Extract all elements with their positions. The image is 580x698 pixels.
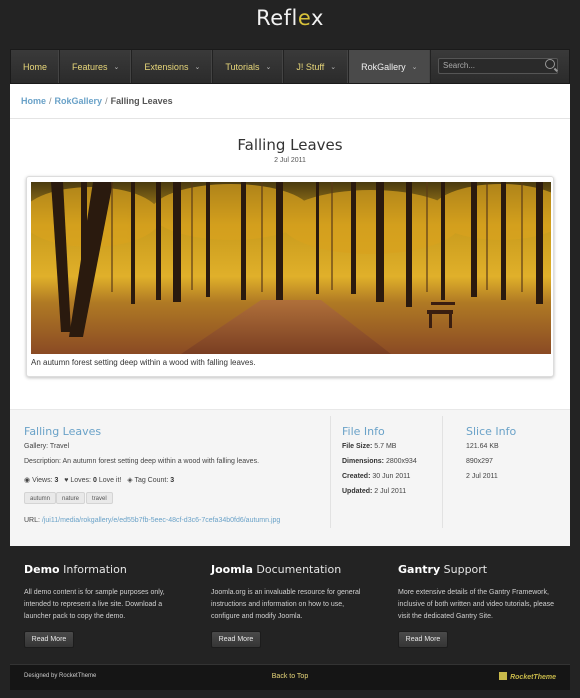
chevron-down-icon: ⌄ [330,63,337,71]
image-frame: An autumn forest setting deep within a w… [26,176,554,377]
gantry-support-text: More extensive details of the Gantry Fra… [398,589,555,620]
file-size: File Size: 5.7 MB [342,443,397,450]
main-nav: Home Features ⌄ Extensions ⌄ Tutorials ⌄ J!… [10,49,570,84]
chevron-down-icon: ⌄ [113,63,120,71]
file-dimensions: Dimensions: 2800x934 [342,458,417,465]
chevron-down-icon: ⌄ [194,63,201,71]
eye-icon: ◉ [24,477,31,484]
main-content: Home / RokGallery / Falling Leaves Falling L… [10,84,570,546]
chevron-down-icon: ⌄ [265,63,272,71]
rocket-icon [499,672,508,680]
page-title: Falling Leaves [237,136,343,154]
nav-item-extensions[interactable]: Extensions ⌄ [132,50,214,83]
nav-item-j-stuff[interactable]: J! Stuff ⌄ [284,50,350,83]
gallery-label: Gallery: Travel [24,443,70,450]
slice-size: 121.64 KB [466,443,499,450]
description-text: Description: An autumn forest setting de… [24,458,260,465]
tag-travel[interactable]: travel [86,492,113,504]
joomla-documentation-heading: Joomla Documentation [211,563,342,576]
nav-item-features[interactable]: Features ⌄ [60,50,133,83]
file-info-title: File Info [342,425,385,438]
gantry-read-more-button[interactable]: Read More [398,631,448,648]
rockettheme-logo[interactable]: RocketTheme [499,672,556,681]
divider [442,416,443,528]
gantry-support-heading: Gantry Support [398,563,488,576]
tag-autumn[interactable]: autumn [24,492,57,504]
site-logo[interactable]: Reflex [0,6,580,30]
details-title: Falling Leaves [24,425,102,438]
autumn-forest-image[interactable] [31,182,551,354]
nav-item-home[interactable]: Home [11,50,61,83]
forest-illustration [31,182,551,354]
image-caption: An autumn forest setting deep within a w… [31,358,256,367]
joomla-read-more-button[interactable]: Read More [211,631,261,648]
file-created: Created: 30 Jun 2011 [342,473,411,480]
love-it-link[interactable]: Love it! [99,477,122,484]
demo-information-text: All demo content is for sample purposes … [24,589,165,620]
slice-info-title: Slice Info [466,425,517,438]
file-updated: Updated: 2 Jul 2011 [342,488,407,495]
divider [330,416,331,528]
back-to-top-link[interactable]: Back to Top [10,673,570,680]
stats-row: ◉ Views: 3 ♥ Loves: 0 Love it! ◈ Tag Cou… [24,477,175,484]
breadcrumb-separator: / [105,96,108,106]
search-icon[interactable] [545,59,555,69]
breadcrumb-home-link[interactable]: Home [21,96,46,106]
breadcrumb-current: Falling Leaves [110,96,173,106]
breadcrumb: Home / RokGallery / Falling Leaves [21,96,173,106]
nav-item-tutorials[interactable]: Tutorials ⌄ [213,50,285,83]
divider [10,118,570,119]
search-input[interactable]: Search... [438,58,558,74]
demo-read-more-button[interactable]: Read More [24,631,74,648]
image-url-link[interactable]: /jui11/media/rokgallery/e/ed55b7fb-5eec-… [42,517,280,524]
chevron-down-icon: ⌄ [411,63,418,71]
tag-icon: ◈ [127,477,133,484]
tag-nature[interactable]: nature [56,492,86,504]
demo-information-heading: Demo Information [24,563,127,576]
breadcrumb-rokgallery-link[interactable]: RokGallery [55,96,103,106]
heart-icon: ♥ [64,477,69,484]
breadcrumb-separator: / [49,96,52,106]
nav-item-rokgallery[interactable]: RokGallery ⌄ [349,50,431,83]
joomla-documentation-text: Joomla.org is an invaluable resource for… [211,589,361,620]
bottom-bar: Designed by RocketTheme Back to Top Rock… [10,664,570,690]
url-row: URL: /jui11/media/rokgallery/e/ed55b7fb-… [24,517,281,524]
slice-date: 2 Jul 2011 [466,473,498,480]
article-date: 2 Jul 2011 [274,157,306,164]
slice-dimensions: 890x297 [466,458,493,465]
